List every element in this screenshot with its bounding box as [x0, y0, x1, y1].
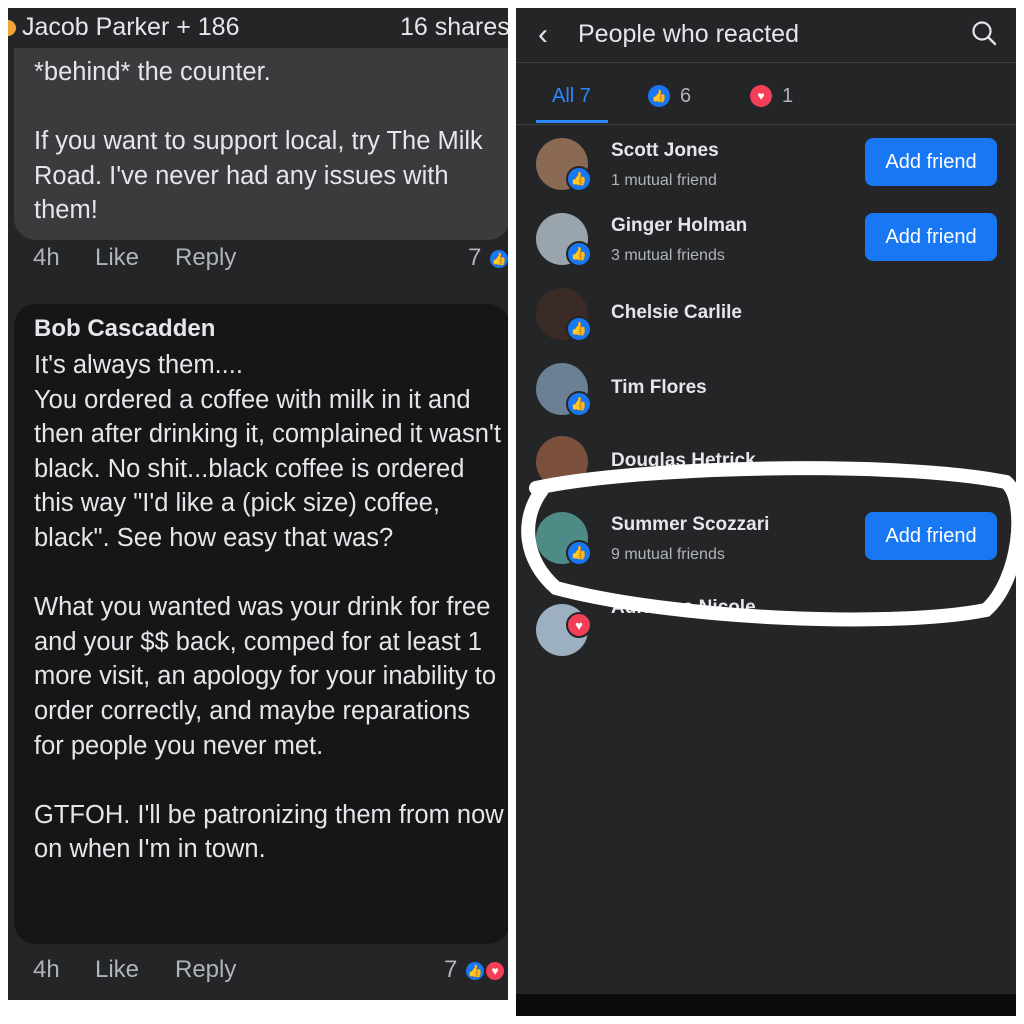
- like-link[interactable]: Like: [95, 244, 139, 272]
- comment-time: 4h: [33, 244, 60, 271]
- person-name[interactable]: Adrianna Nicole: [611, 597, 756, 619]
- reactions-panel: ‹ People who reacted All 7 👍 6 ♥ 1 👍 Sco…: [516, 8, 1016, 1016]
- tab-like[interactable]: 👍 6: [648, 81, 691, 111]
- back-arrow-icon[interactable]: ‹: [538, 18, 548, 52]
- reaction-tabs: All 7 👍 6 ♥ 1: [516, 68, 1016, 124]
- tab-love[interactable]: ♥ 1: [750, 81, 793, 111]
- add-friend-button[interactable]: Add friend: [865, 512, 997, 560]
- comment-text: It's always them.... You ordered a coffe…: [34, 351, 504, 864]
- list-item[interactable]: 👍 Ginger Holman 3 mutual friends Add fri…: [516, 213, 1016, 283]
- comment-actions: 4h Like Reply 7 👍: [8, 244, 508, 276]
- mutual-friends: 9 mutual friends: [611, 546, 725, 563]
- like-link[interactable]: Like: [95, 956, 139, 984]
- divider: [516, 62, 1016, 63]
- like-icon: 👍: [566, 540, 592, 566]
- love-icon: ♥: [566, 612, 592, 638]
- like-icon: 👍: [648, 85, 670, 107]
- person-name[interactable]: Ginger Holman: [611, 215, 747, 237]
- person-name[interactable]: Tim Flores: [611, 377, 707, 399]
- list-item[interactable]: 👍 Tim Flores: [516, 363, 1016, 433]
- like-icon: 👍: [566, 166, 592, 192]
- like-icon: 👍: [566, 391, 592, 417]
- tab-count: 6: [680, 84, 692, 107]
- divider: [516, 124, 1016, 125]
- comments-panel: Jacob Parker + 186 16 shares *behind* th…: [8, 8, 508, 1000]
- tab-count: 1: [782, 84, 794, 107]
- tab-all[interactable]: All 7: [552, 81, 591, 111]
- love-icon: ♥: [484, 960, 506, 982]
- search-icon[interactable]: [971, 20, 997, 46]
- add-friend-button[interactable]: Add friend: [865, 213, 997, 261]
- reaction-icon: [8, 20, 16, 36]
- add-friend-button[interactable]: Add friend: [865, 138, 997, 186]
- tab-label: All 7: [552, 84, 591, 107]
- person-name[interactable]: Summer Scozzari: [611, 514, 769, 536]
- mutual-friends: 3 mutual friends: [611, 247, 725, 264]
- shares-count[interactable]: 16 shares: [400, 13, 508, 42]
- person-name[interactable]: Douglas Hetrick: [611, 450, 756, 472]
- list-item[interactable]: ♥ Adrianna Nicole: [516, 597, 1016, 668]
- reply-link[interactable]: Reply: [175, 244, 236, 272]
- comment-time: 4h: [33, 956, 60, 983]
- avatar[interactable]: [536, 436, 588, 488]
- comment-actions: 4h Like Reply 7 👍 ♥: [8, 956, 508, 988]
- bottom-bar: [516, 994, 1016, 1016]
- person-name[interactable]: Chelsie Carlile: [611, 302, 742, 324]
- person-name[interactable]: Scott Jones: [611, 140, 719, 162]
- comment-author[interactable]: Bob Cascadden: [34, 315, 215, 343]
- like-icon: 👍: [566, 241, 592, 267]
- active-tab-indicator: [536, 120, 608, 123]
- list-item[interactable]: 👍 Chelsie Carlile: [516, 288, 1016, 358]
- like-icon: 👍: [464, 960, 486, 982]
- reaction-count[interactable]: 7: [468, 244, 481, 272]
- post-header: Jacob Parker + 186 16 shares: [8, 8, 508, 48]
- mutual-friends: 1 mutual friend: [611, 172, 717, 189]
- reactors-summary[interactable]: Jacob Parker + 186: [22, 13, 240, 42]
- list-item[interactable]: 👍 Scott Jones 1 mutual friend Add friend: [516, 138, 1016, 208]
- list-item[interactable]: 👍 Summer Scozzari 9 mutual friends Add f…: [516, 512, 1016, 582]
- like-icon: 👍: [488, 248, 508, 270]
- page-title: People who reacted: [578, 20, 799, 48]
- love-icon: ♥: [750, 85, 772, 107]
- reaction-count[interactable]: 7: [444, 956, 457, 984]
- reply-link[interactable]: Reply: [175, 956, 236, 984]
- like-icon: 👍: [566, 316, 592, 342]
- comment-text: *behind* the counter. If you want to sup…: [34, 58, 483, 225]
- list-item[interactable]: Douglas Hetrick: [516, 436, 1016, 506]
